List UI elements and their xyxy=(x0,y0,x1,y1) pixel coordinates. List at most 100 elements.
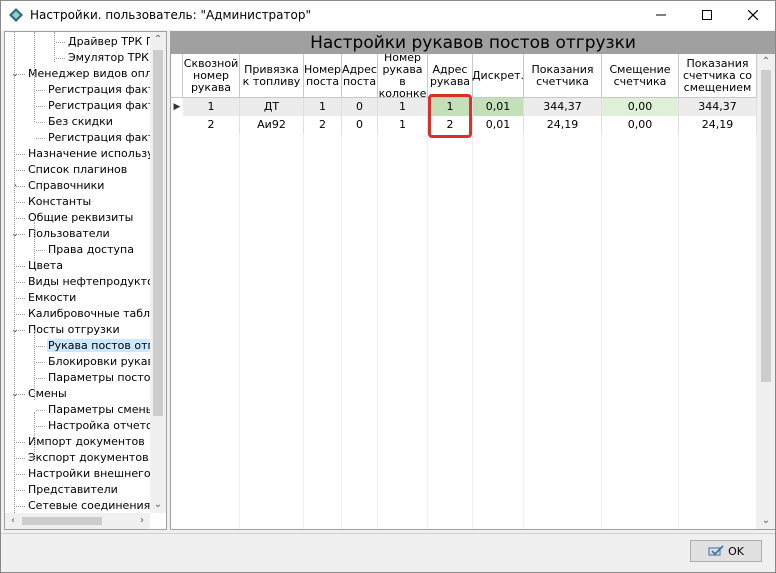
tree-item[interactable]: Емкости xyxy=(27,290,77,306)
tree-item[interactable]: Посты отгрузки xyxy=(27,322,121,338)
column-header[interactable]: Показания счетчика со смещением xyxy=(679,54,757,98)
tree-item[interactable]: Параметры постов с xyxy=(47,370,150,386)
tree-item[interactable]: Параметры смены xyxy=(47,402,150,418)
ok-label: OK xyxy=(728,544,744,558)
grid-cell[interactable]: 1 xyxy=(378,116,428,134)
tree-item[interactable]: Драйвер ТРК Пр xyxy=(67,34,150,50)
tree-item[interactable]: Представители xyxy=(27,482,119,498)
grid-cell[interactable]: 2 xyxy=(304,116,342,134)
tree-item-label: Права доступа xyxy=(48,243,134,256)
tree-item[interactable]: Настройки внешнего ви xyxy=(27,466,150,482)
column-header[interactable]: Показания счетчика xyxy=(524,54,602,98)
column-header[interactable]: Номер рукава в колонке xyxy=(378,54,428,99)
tree-connector xyxy=(36,378,45,379)
hose-grid[interactable]: Сквозной номер рукава Привязка к топливу Н… xyxy=(171,54,757,529)
column-header[interactable]: Номер поста xyxy=(304,54,342,98)
tree-item[interactable]: Менеджер видов оплат xyxy=(27,66,150,82)
column-header[interactable]: Адрес поста xyxy=(342,54,378,98)
collapse-icon[interactable]: ⌄ xyxy=(10,66,20,82)
tree-hscroll-thumb[interactable] xyxy=(22,517,102,525)
grid-cell[interactable]: Аи92 xyxy=(240,116,304,134)
tree-vertical-scrollbar[interactable]: ⌃ ⌄ xyxy=(150,32,166,513)
tree-item-label: Общие реквизиты xyxy=(28,211,134,224)
tree-item[interactable]: Список плагинов xyxy=(27,162,128,178)
tree-item-label: Без скидки xyxy=(48,115,113,128)
tree-item[interactable]: Цвета xyxy=(27,258,64,274)
bottom-separator xyxy=(0,533,776,534)
close-icon xyxy=(748,10,758,20)
close-button[interactable] xyxy=(730,0,776,30)
tree-item-label: Регистрация факта xyxy=(48,131,150,144)
collapse-icon[interactable]: ⌄ xyxy=(10,386,20,402)
tree-connector xyxy=(36,122,45,123)
grid-cell[interactable]: 0,00 xyxy=(602,98,679,116)
grid-cell[interactable]: 1 xyxy=(378,98,428,116)
tree-item[interactable]: Блокировки рукавов xyxy=(47,354,150,370)
tree-item[interactable]: Регистрация факта xyxy=(47,98,150,114)
grid-cell[interactable]: 0,01 xyxy=(473,98,524,116)
tree-item[interactable]: Константы xyxy=(27,194,92,210)
tree-item[interactable]: Сетевые соединения xyxy=(27,498,150,513)
grid-cell[interactable]: 0,01 xyxy=(473,116,524,134)
grid-cell[interactable]: 1 xyxy=(304,98,342,116)
column-header[interactable]: Адрес рукава xyxy=(428,54,473,98)
tree-item[interactable]: Виды нефтепродуктов xyxy=(27,274,150,290)
grid-cell[interactable]: 2 xyxy=(183,116,240,134)
tree-item[interactable]: Справочники xyxy=(27,178,105,194)
grid-cell[interactable]: 1 xyxy=(183,98,240,116)
grid-cell[interactable]: 344,37 xyxy=(679,98,757,116)
tree-connector xyxy=(36,426,45,427)
settings-tree[interactable]: Драйвер ТРК Пр Эмулятор ТРК Менеджер видов… xyxy=(4,31,167,530)
grid-cell[interactable]: ДТ xyxy=(240,98,304,116)
tree-item[interactable]: Рукава постов отгр xyxy=(47,338,150,354)
tree-item-label: Сетевые соединения xyxy=(28,499,150,512)
current-row-arrow-icon[interactable]: ▶ xyxy=(171,98,183,116)
tree-item[interactable]: Импорт документов xyxy=(27,434,146,450)
grid-vscroll-thumb[interactable] xyxy=(761,70,771,382)
grid-cell[interactable]: 24,19 xyxy=(524,116,602,134)
scroll-down-icon[interactable]: ⌄ xyxy=(150,497,166,513)
grid-cell[interactable]: 0 xyxy=(342,98,378,116)
minimize-button[interactable] xyxy=(638,0,684,30)
tree-item[interactable]: Регистрация факта xyxy=(47,82,150,98)
tree-horizontal-scrollbar[interactable]: ‹ › xyxy=(5,513,150,529)
grid-scroll-down-icon[interactable]: ⌄ xyxy=(757,513,775,529)
tree-guide-line xyxy=(34,32,35,122)
ok-button[interactable]: OK xyxy=(690,540,762,562)
scroll-left-icon[interactable]: ‹ xyxy=(5,513,21,529)
column-header[interactable]: Смещение счетчика xyxy=(602,54,679,98)
tree-item[interactable]: Пользователи xyxy=(27,226,111,242)
tree-item-label: Настройка отчетов xyxy=(48,419,150,432)
tree-item[interactable]: Назначение используем xyxy=(27,146,150,162)
expand-icon[interactable]: › xyxy=(10,178,20,194)
tree-vscroll-thumb[interactable] xyxy=(153,50,163,416)
tree-connector xyxy=(36,138,45,139)
collapse-icon[interactable]: ⌄ xyxy=(10,226,20,242)
tree-item[interactable]: Эмулятор ТРК xyxy=(67,50,150,66)
scroll-right-icon[interactable]: › xyxy=(134,513,150,529)
tree-item[interactable]: Права доступа xyxy=(47,242,135,258)
column-header[interactable]: Привязка к топливу xyxy=(240,54,304,98)
grid-scroll-up-icon[interactable]: ⌃ xyxy=(757,54,775,70)
row-indicator[interactable] xyxy=(171,116,183,134)
grid-cell[interactable]: 0,00 xyxy=(602,116,679,134)
app-icon xyxy=(9,8,23,22)
grid-cell[interactable]: 344,37 xyxy=(524,98,602,116)
column-header[interactable]: Сквозной номер рукава xyxy=(183,54,240,98)
tree-item[interactable]: Общие реквизиты xyxy=(27,210,134,226)
column-header[interactable]: Дискрет. xyxy=(472,54,524,98)
tree-item[interactable]: Настройка отчетов xyxy=(47,418,150,434)
collapse-icon[interactable]: ⌄ xyxy=(10,322,20,338)
tree-item[interactable]: Регистрация факта xyxy=(47,130,150,146)
tree-connector xyxy=(16,506,25,507)
minimize-icon xyxy=(656,14,666,16)
grid-cell[interactable]: 24,19 xyxy=(679,116,757,134)
tree-item[interactable]: Без скидки xyxy=(47,114,114,130)
scroll-up-icon[interactable]: ⌃ xyxy=(150,32,166,48)
maximize-button[interactable] xyxy=(684,0,730,30)
grid-cell[interactable]: 0 xyxy=(342,116,378,134)
tree-guide-line xyxy=(34,222,35,262)
tree-item[interactable]: Калибровочные таблиц xyxy=(27,306,150,322)
grid-vertical-scrollbar[interactable]: ⌃ ⌄ xyxy=(757,54,775,529)
tree-item[interactable]: Экспорт документов xyxy=(27,450,150,466)
